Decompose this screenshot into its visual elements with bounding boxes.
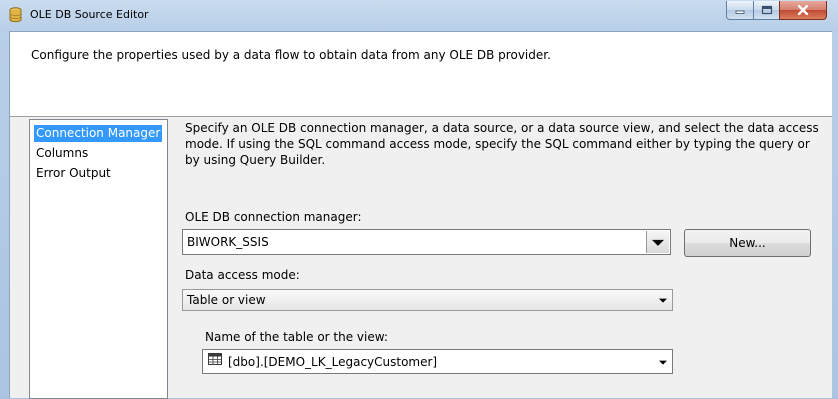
close-icon — [797, 5, 809, 15]
window-title: OLE DB Source Editor — [30, 8, 149, 21]
access-mode-combobox[interactable]: Table or view — [182, 289, 673, 311]
data-source-icon — [9, 7, 22, 23]
access-mode-value: Table or view — [187, 293, 266, 307]
table-name-value: [dbo].[DEMO_LK_LegacyCustomer] — [228, 355, 438, 369]
dialog-client-area: Configure the properties used by a data … — [9, 31, 832, 399]
page-navigation-list[interactable]: Connection Manager Columns Error Output — [29, 119, 168, 399]
table-icon — [208, 353, 222, 365]
table-name-combobox[interactable]: [dbo].[DEMO_LK_LegacyCustomer] — [202, 349, 673, 374]
minimize-button[interactable] — [726, 1, 754, 20]
chevron-down-icon — [659, 360, 667, 365]
maximize-button[interactable] — [753, 1, 780, 20]
access-mode-label: Data access mode: — [185, 268, 300, 282]
dialog-window: OLE DB Source Editor Configure the prope… — [0, 0, 838, 399]
nav-item-columns[interactable]: Columns — [34, 145, 90, 162]
connection-manager-label: OLE DB connection manager: — [185, 210, 362, 224]
chevron-down-icon — [652, 239, 664, 246]
connection-manager-combobox[interactable]: BIWORK_SSIS — [182, 229, 671, 255]
minimize-icon — [735, 10, 745, 14]
connection-manager-dropdown-button[interactable] — [646, 231, 669, 253]
maximize-icon — [761, 5, 772, 15]
header-description: Configure the properties used by a data … — [31, 48, 551, 62]
header-panel: Configure the properties used by a data … — [10, 32, 832, 117]
nav-item-error-output[interactable]: Error Output — [34, 165, 113, 182]
connection-manager-value: BIWORK_SSIS — [187, 235, 269, 249]
chevron-down-icon — [659, 298, 667, 303]
new-connection-button[interactable]: New... — [684, 229, 811, 257]
title-bar[interactable]: OLE DB Source Editor — [0, 0, 838, 30]
table-name-label: Name of the table or the view: — [205, 330, 388, 344]
close-button[interactable] — [779, 1, 827, 20]
section-description: Specify an OLE DB connection manager, a … — [185, 121, 819, 167]
nav-item-connection-manager[interactable]: Connection Manager — [34, 125, 163, 142]
